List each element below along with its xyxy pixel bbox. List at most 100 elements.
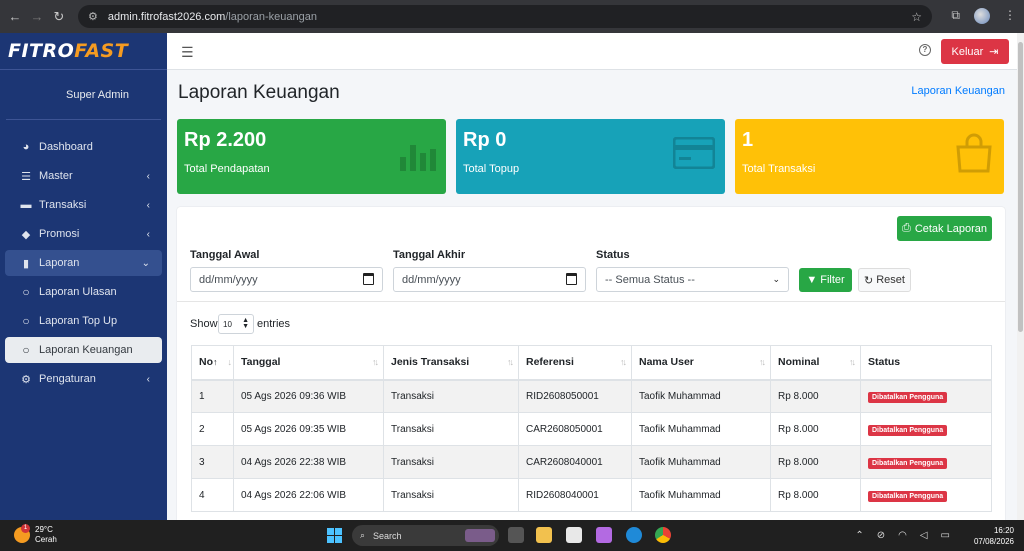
stat-label: Total Pendapatan: [184, 163, 270, 175]
credit-card-icon: [673, 137, 715, 169]
sidebar-item-pengaturan[interactable]: ⚙ Pengaturan ‹: [5, 366, 162, 392]
table-row: 1 05 Ags 2026 09:36 WIB Transaksi RID260…: [191, 379, 992, 413]
top-navbar: ☰ ? Keluar ⇥: [167, 33, 1017, 70]
cell-referensi: RID2608050001: [518, 379, 632, 413]
stat-value: Rp 0: [463, 129, 507, 151]
circle-icon: ○: [22, 343, 30, 357]
weather-condition: Cerah: [35, 535, 57, 544]
chrome-icon[interactable]: [655, 527, 671, 543]
stat-total-transaksi: 1 Total Transaksi: [735, 119, 1004, 194]
chevron-down-icon: ⌄: [141, 257, 150, 269]
calendar-icon[interactable]: [566, 273, 577, 285]
cell-nama-user: Taofik Muhammad: [631, 445, 771, 479]
address-bar[interactable]: ⚙ admin.fitrofast2026.com/laporan-keuang…: [78, 5, 932, 28]
extensions-icon[interactable]: ⧉: [951, 8, 960, 24]
volume-icon[interactable]: ◁: [920, 530, 928, 541]
store-icon[interactable]: [566, 527, 582, 543]
edge-icon[interactable]: [626, 527, 642, 543]
start-date-label: Tanggal Awal: [190, 249, 260, 261]
stat-total-topup: Rp 0 Total Topup: [456, 119, 725, 194]
header-label: Status: [868, 356, 901, 369]
cell-nominal: Rp 8.000: [770, 445, 861, 479]
header-label: Nama User: [639, 356, 694, 369]
clock-date: 07/08/2026: [973, 537, 1014, 546]
profile-avatar[interactable]: [974, 8, 990, 24]
cell-referensi: CAR2608040001: [518, 445, 632, 479]
chevron-up-icon[interactable]: ⌃: [855, 530, 863, 541]
column-header-tanggal[interactable]: Tanggal ↑↓: [233, 345, 384, 381]
cell-nominal: Rp 8.000: [770, 379, 861, 413]
status-badge: Dibatalkan Pengguna: [868, 457, 948, 469]
wifi-icon[interactable]: ◠: [898, 530, 907, 541]
end-date-input[interactable]: dd/mm/yyyy: [393, 267, 586, 292]
breadcrumb[interactable]: Laporan Keuangan: [911, 85, 1005, 97]
column-header-referensi[interactable]: Referensi ↑↓: [518, 345, 632, 381]
sidebar-item-laporan-ulasan[interactable]: ○ Laporan Ulasan: [5, 279, 162, 305]
brand-part2: FAST: [74, 40, 129, 62]
weather-widget[interactable]: 1 29°C Cerah: [14, 524, 57, 545]
refresh-icon: ↻: [864, 274, 874, 287]
brand-logo[interactable]: FITROFAST: [0, 33, 167, 70]
sidebar-item-promosi[interactable]: ◆ Promosi ‹: [5, 221, 162, 247]
chrome-menu-icon[interactable]: ⋮: [1004, 8, 1016, 24]
calendar-icon[interactable]: [363, 273, 374, 285]
copilot-icon[interactable]: [596, 527, 612, 543]
column-header-status[interactable]: Status: [860, 345, 992, 381]
sun-icon: 1: [14, 524, 30, 543]
end-date-placeholder: dd/mm/yyyy: [402, 273, 461, 286]
start-date-input[interactable]: dd/mm/yyyy: [190, 267, 383, 292]
sort-asc-icon: ↑: [213, 357, 218, 368]
sidebar-item-dashboard[interactable]: ◕ Dashboard: [5, 134, 162, 160]
user-panel[interactable]: Super Admin: [6, 70, 161, 120]
taskbar-search[interactable]: ⌕ Search: [352, 525, 499, 546]
entries-length-select[interactable]: 10 ▲ ▼: [218, 314, 254, 334]
brand-part1: FITRO: [8, 40, 75, 62]
cell-jenis: Transaksi: [383, 379, 519, 413]
sort-icon: ↑↓: [849, 357, 856, 367]
sidebar-item-laporan-topup[interactable]: ○ Laporan Top Up: [5, 308, 162, 334]
sidebar-item-label: Master: [39, 170, 73, 182]
forward-icon[interactable]: →: [26, 9, 48, 24]
column-header-nama-user[interactable]: Nama User ↑↓: [631, 345, 771, 381]
sidebar-item-laporan[interactable]: ▮ Laporan ⌄: [5, 250, 162, 276]
circle-icon: ○: [22, 285, 30, 299]
cell-tanggal: 04 Ags 2026 22:38 WIB: [233, 445, 384, 479]
start-date-placeholder: dd/mm/yyyy: [199, 273, 258, 286]
task-view-icon[interactable]: [508, 527, 524, 543]
taskbar-clock[interactable]: 16:20 07/08/2026: [974, 525, 1014, 547]
filter-button[interactable]: ▼ Filter: [799, 268, 852, 292]
status-badge: Dibatalkan Pengguna: [868, 391, 948, 403]
end-date-label: Tanggal Akhir: [393, 249, 466, 261]
print-report-button[interactable]: ⎙ Cetak Laporan: [897, 216, 992, 241]
header-label: Referensi: [526, 356, 574, 369]
gear-icon: ⚙: [21, 373, 31, 386]
hamburger-menu-icon[interactable]: ☰: [181, 44, 194, 61]
chevron-down-icon: ⌄: [772, 274, 780, 284]
sidebar-item-laporan-keuangan[interactable]: ○ Laporan Keuangan: [5, 337, 162, 363]
windows-start-icon[interactable]: [327, 528, 342, 543]
battery-icon[interactable]: ▭: [941, 530, 950, 541]
column-header-jenis[interactable]: Jenis Transaksi ↑↓: [383, 345, 519, 381]
scrollbar-thumb[interactable]: [1018, 42, 1023, 332]
table-header-row: No↑ ↓ Tanggal ↑↓ Jenis Transaksi ↑↓ Referen…: [191, 345, 992, 381]
bookmark-star-icon[interactable]: ☆: [911, 10, 922, 24]
column-header-nominal[interactable]: Nominal ↑↓: [770, 345, 861, 381]
file-explorer-icon[interactable]: [536, 527, 552, 543]
sidebar-item-master[interactable]: ☰ Master ‹: [5, 163, 162, 189]
site-info-icon[interactable]: ⚙: [88, 10, 98, 23]
notifications-off-icon[interactable]: ⊘: [877, 530, 885, 541]
column-header-no[interactable]: No↑ ↓: [191, 345, 234, 381]
logout-button[interactable]: Keluar ⇥: [941, 39, 1009, 64]
sidebar-item-transaksi[interactable]: ▬ Transaksi ‹: [5, 192, 162, 218]
help-icon[interactable]: ?: [919, 44, 931, 56]
reset-button[interactable]: ↻ Reset: [858, 268, 911, 292]
search-label: Search: [373, 530, 402, 541]
notification-badge: 1: [21, 524, 30, 533]
reload-icon[interactable]: ↻: [48, 9, 70, 25]
sort-arrows-icon: ▲ ▼: [242, 317, 249, 330]
back-icon[interactable]: ←: [4, 9, 26, 24]
status-badge: Dibatalkan Pengguna: [868, 490, 948, 502]
status-select[interactable]: -- Semua Status -- ⌄: [596, 267, 789, 292]
circle-icon: ○: [22, 314, 30, 328]
cell-status: Dibatalkan Pengguna: [860, 478, 992, 512]
